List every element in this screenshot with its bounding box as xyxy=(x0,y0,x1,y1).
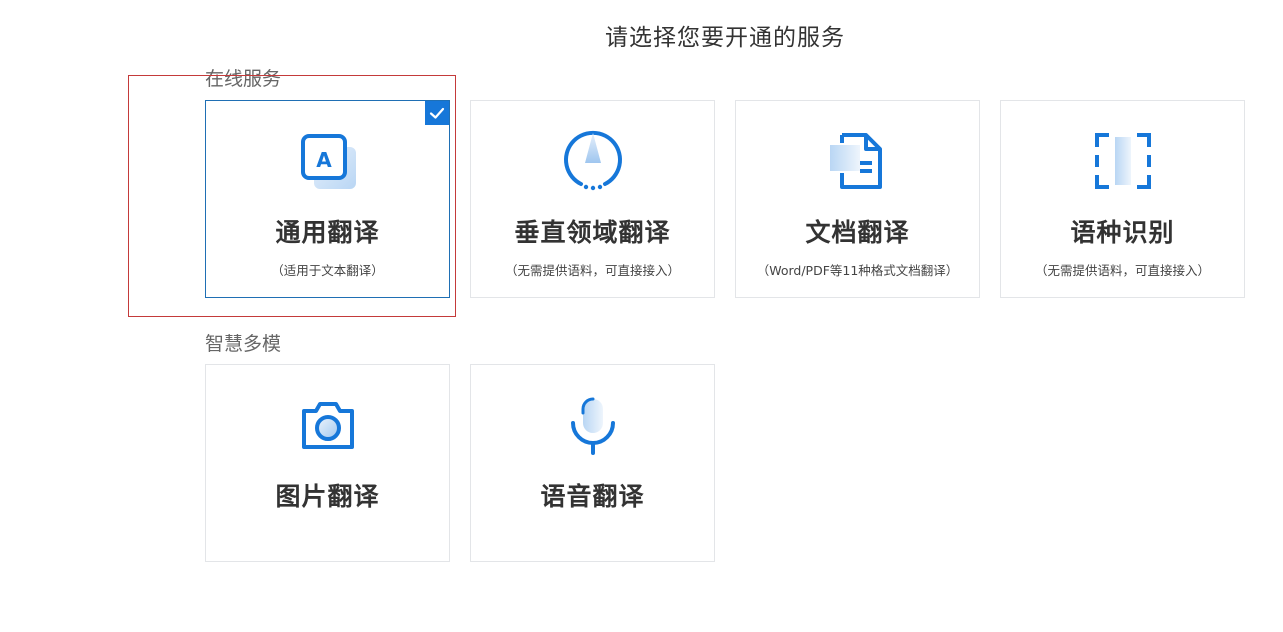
card-title: 通用翻译 xyxy=(275,218,380,247)
text-translate-icon: A xyxy=(296,129,360,193)
service-card-general-translation[interactable]: A 通用翻译 （适用于文本翻译） xyxy=(205,100,450,298)
svg-text:A: A xyxy=(316,148,332,172)
service-card-speech-translation[interactable]: 语音翻译 xyxy=(470,364,715,562)
section-label-online: 在线服务 xyxy=(205,68,282,90)
camera-icon xyxy=(296,393,360,457)
domain-compass-icon xyxy=(561,129,625,193)
page-title: 请选择您要开通的服务 xyxy=(605,25,845,51)
card-title: 语音翻译 xyxy=(540,482,645,511)
card-title: 文档翻译 xyxy=(805,218,910,247)
service-card-image-translation[interactable]: 图片翻译 xyxy=(205,364,450,562)
language-detect-icon xyxy=(1091,129,1155,193)
card-title: 垂直领域翻译 xyxy=(514,218,671,247)
card-description: （Word/PDF等11种格式文档翻译） xyxy=(756,263,959,278)
microphone-icon xyxy=(561,393,625,457)
section-label-multimodal: 智慧多模 xyxy=(205,333,282,355)
card-description: （适用于文本翻译） xyxy=(271,263,384,278)
card-title: 图片翻译 xyxy=(275,482,380,511)
checkmark-icon xyxy=(425,101,449,125)
card-title: 语种识别 xyxy=(1070,218,1175,247)
service-card-language-detection[interactable]: 语种识别 （无需提供语料，可直接接入） xyxy=(1000,100,1245,298)
card-description: （无需提供语料，可直接接入） xyxy=(504,263,680,278)
card-description: （无需提供语料，可直接接入） xyxy=(1034,263,1210,278)
service-card-document-translation[interactable]: 文档翻译 （Word/PDF等11种格式文档翻译） xyxy=(735,100,980,298)
service-card-domain-translation[interactable]: 垂直领域翻译 （无需提供语料，可直接接入） xyxy=(470,100,715,298)
document-icon xyxy=(826,129,890,193)
